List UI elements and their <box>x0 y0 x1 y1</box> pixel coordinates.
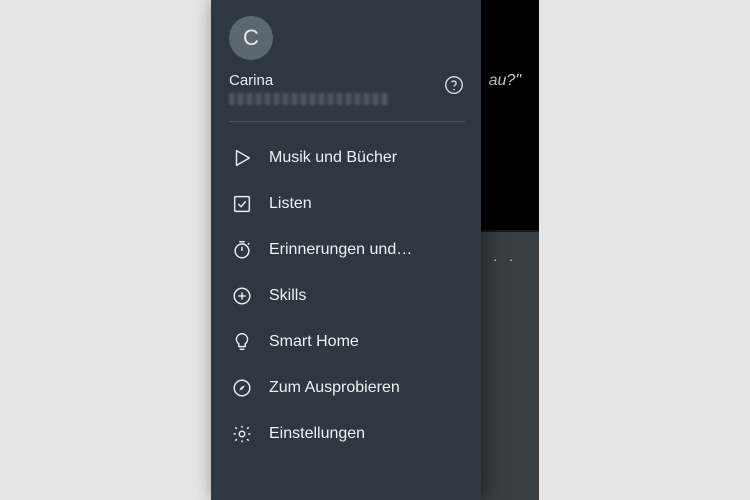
menu-item-skills[interactable]: Skills <box>229 274 465 318</box>
menu-label: Zum Ausprobieren <box>269 379 400 397</box>
navigation-drawer: C Carina Musik und Bücher <box>211 0 481 500</box>
lightbulb-icon <box>231 331 253 353</box>
timer-icon <box>231 239 253 261</box>
avatar-initial: C <box>243 25 259 51</box>
menu-label: Erinnerungen und… <box>269 241 412 259</box>
user-info-row: Carina <box>229 72 465 105</box>
menu-item-reminders[interactable]: Erinnerungen und… <box>229 228 465 272</box>
divider <box>229 121 465 122</box>
help-button[interactable] <box>443 74 465 96</box>
checklist-icon <box>231 193 253 215</box>
compass-icon <box>231 377 253 399</box>
menu-label: Skills <box>269 287 306 305</box>
menu-item-smart-home[interactable]: Smart Home <box>229 320 465 364</box>
menu-item-settings[interactable]: Einstellungen <box>229 412 465 456</box>
user-email-redacted <box>229 93 389 105</box>
gear-icon <box>231 423 253 445</box>
avatar[interactable]: C <box>229 16 273 60</box>
background-quote-fragment: au?" <box>489 72 521 90</box>
menu-label: Musik und Bücher <box>269 149 397 167</box>
add-circle-icon <box>231 285 253 307</box>
menu-item-lists[interactable]: Listen <box>229 182 465 226</box>
drawer-menu: Musik und Bücher Listen Erinnerungen und… <box>229 136 465 456</box>
user-text-block: Carina <box>229 72 389 105</box>
menu-label: Smart Home <box>269 333 359 351</box>
menu-label: Einstellungen <box>269 425 365 443</box>
background-ellipsis: . . <box>493 248 517 264</box>
help-icon <box>443 74 465 96</box>
app-screen: au?" . . C Carina <box>211 0 539 500</box>
user-name: Carina <box>229 72 389 89</box>
menu-label: Listen <box>269 195 312 213</box>
menu-item-try[interactable]: Zum Ausprobieren <box>229 366 465 410</box>
menu-item-music-books[interactable]: Musik und Bücher <box>229 136 465 180</box>
play-icon <box>231 147 253 169</box>
